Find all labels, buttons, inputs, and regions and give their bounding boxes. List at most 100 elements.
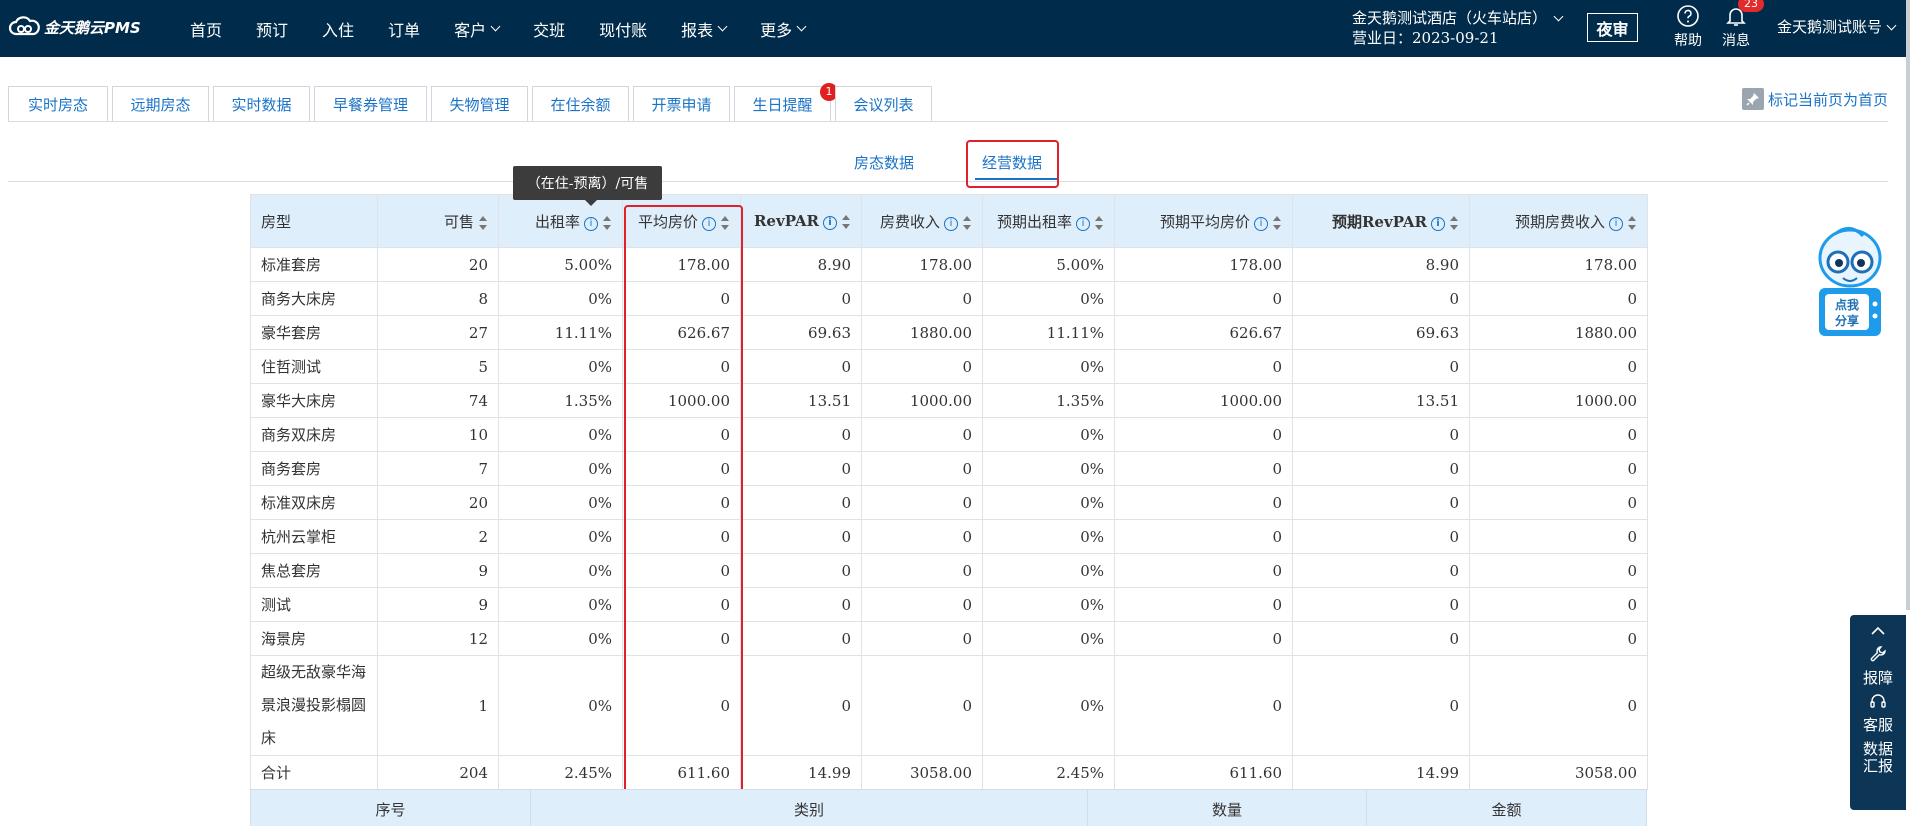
nav-item[interactable]: 交班	[533, 17, 565, 41]
table-cell: 0%	[982, 621, 1115, 656]
table-cell: 12	[377, 621, 499, 656]
table-cell: 0%	[982, 451, 1115, 486]
nav-item[interactable]: 首页	[190, 17, 222, 41]
table-cell: 0	[1114, 485, 1293, 520]
sort-icon[interactable]	[603, 215, 612, 230]
column-header[interactable]: 预期RevPAR i	[1292, 194, 1470, 248]
nav-item[interactable]: 报表	[681, 17, 728, 41]
info-icon[interactable]: i	[1431, 216, 1445, 231]
table-cell: 0	[740, 587, 862, 622]
table-cell: 0	[622, 621, 741, 656]
app-logo[interactable]: 金天鹅云PMS	[8, 16, 141, 38]
tab-item[interactable]: 实时房态	[8, 86, 108, 121]
table-cell: 20	[377, 485, 499, 520]
nav-item[interactable]: 订单	[388, 17, 420, 41]
subtabs-divider	[8, 181, 1888, 182]
table-cell: 0	[1114, 519, 1293, 554]
sort-icon[interactable]	[1628, 215, 1637, 230]
tab-item[interactable]: 生日提醒 1	[734, 83, 838, 121]
table-cell: 0	[1292, 621, 1470, 656]
table-cell: 8.90	[740, 247, 862, 282]
share-mascot[interactable]: 点我 分享	[1815, 226, 1885, 342]
detail-column-header: 金额	[1366, 789, 1647, 826]
nav-item[interactable]: 现付账	[599, 17, 647, 41]
column-header-label: 出租率	[534, 212, 580, 231]
table-cell: 204	[377, 755, 499, 790]
sort-icon[interactable]	[842, 215, 851, 229]
info-icon[interactable]: i	[944, 216, 958, 231]
column-header[interactable]: RevPAR i	[740, 194, 862, 248]
nav-item[interactable]: 入住	[322, 17, 354, 41]
table-cell: 0	[1469, 417, 1648, 452]
tab-item[interactable]: 远期房态	[112, 86, 209, 121]
sort-icon[interactable]	[479, 215, 488, 230]
sort-icon[interactable]	[1450, 215, 1459, 230]
float-toolbar: 报障 客服 数据 汇报	[1850, 615, 1906, 810]
info-icon[interactable]: i	[702, 216, 716, 231]
table-cell: 8.90	[1292, 247, 1470, 282]
sort-icon[interactable]	[721, 215, 730, 230]
page-scrollbar[interactable]	[1906, 0, 1910, 610]
column-header[interactable]: 预期出租率 i	[982, 194, 1115, 248]
table-cell: 0	[622, 349, 741, 384]
column-header[interactable]: 预期房费收入 i	[1469, 194, 1648, 248]
table-cell: 0%	[982, 417, 1115, 452]
table-cell: 0%	[982, 519, 1115, 554]
table-cell: 0	[861, 553, 983, 588]
collapse-button[interactable]	[1850, 615, 1906, 641]
hotel-selector[interactable]: 金天鹅测试酒店（火车站店） 营业日：2023-09-21	[1352, 8, 1564, 48]
tab-item[interactable]: 早餐券管理	[314, 86, 427, 121]
nav-item[interactable]: 预订	[256, 17, 288, 41]
table-cell: 69.63	[1292, 315, 1470, 350]
page-tabs: 实时房态 远期房态 实时数据 早餐券管理 失物管理 在住余额 开票申请 生日提醒 1 会议列表	[8, 83, 936, 121]
table-row: 豪华大床房 74 1.35% 1000.00 13.51 1000.00 1.35% 1000…	[250, 383, 1648, 418]
table-cell: 0	[861, 519, 983, 554]
messages-button[interactable]: 23 消息	[1714, 0, 1764, 50]
sort-icon[interactable]	[963, 215, 972, 230]
info-icon[interactable]: i	[823, 216, 837, 230]
table-cell: 0	[861, 349, 983, 384]
table-cell: 0%	[498, 553, 623, 588]
tab-item[interactable]: 失物管理	[431, 86, 528, 121]
table-cell: 626.67	[1114, 315, 1293, 350]
table-cell: 0	[1292, 451, 1470, 486]
report-issue-button[interactable]: 报障	[1850, 645, 1906, 688]
nav-item[interactable]: 更多	[760, 17, 807, 41]
subtab-room-status[interactable]: 房态数据	[854, 152, 914, 173]
column-header[interactable]: 预期平均房价 i	[1114, 194, 1293, 248]
info-icon[interactable]: i	[1076, 216, 1090, 231]
tab-label: 会议列表	[853, 95, 914, 114]
table-cell: 0	[1292, 417, 1470, 452]
column-header[interactable]: 出租率 i	[498, 194, 623, 248]
tab-item[interactable]: 会议列表	[835, 86, 932, 121]
column-header[interactable]: 平均房价 i	[622, 194, 741, 248]
message-count-badge: 23	[1738, 0, 1764, 12]
info-icon[interactable]: i	[1609, 216, 1623, 231]
column-header[interactable]: 房费收入 i	[861, 194, 983, 248]
info-icon[interactable]: i	[584, 216, 598, 231]
tab-item[interactable]: 在住余额	[532, 86, 629, 121]
column-header[interactable]: 可售	[377, 194, 499, 248]
customer-service-button[interactable]: 客服	[1850, 692, 1906, 735]
help-icon	[1677, 5, 1699, 27]
table-cell: 0	[861, 451, 983, 486]
sort-icon[interactable]	[1273, 215, 1282, 230]
account-menu[interactable]: 金天鹅测试账号	[1777, 16, 1897, 37]
nav-item[interactable]: 客户	[454, 17, 501, 41]
set-home-button[interactable]: 标记当前页为首页	[1742, 88, 1888, 110]
table-cell: 8	[377, 281, 499, 316]
set-home-label: 标记当前页为首页	[1768, 90, 1889, 109]
subtab-business-data[interactable]: 经营数据	[982, 152, 1042, 173]
table-row: 海景房 12 0% 0 0 0 0% 0 0 0	[250, 621, 1648, 656]
tab-item[interactable]: 实时数据	[213, 86, 310, 121]
tab-item[interactable]: 开票申请	[633, 86, 730, 121]
info-icon[interactable]: i	[1254, 216, 1268, 231]
table-cell: 标准双床房	[250, 485, 378, 520]
table-cell: 0	[740, 621, 862, 656]
data-report-button[interactable]: 数据 汇报	[1850, 741, 1906, 775]
logo-text: 金天鹅云PMS	[44, 18, 141, 37]
night-audit-button[interactable]: 夜审	[1587, 13, 1638, 42]
table-cell: 1.35%	[498, 383, 623, 418]
help-button[interactable]: 帮助	[1666, 4, 1710, 50]
sort-icon[interactable]	[1095, 215, 1104, 230]
